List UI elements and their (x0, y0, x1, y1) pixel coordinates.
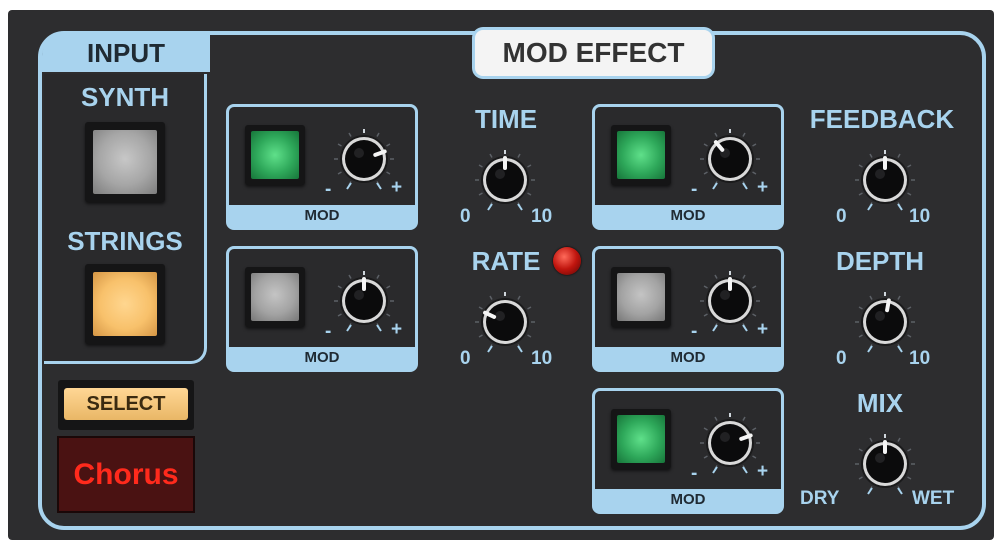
time-knob[interactable] (470, 142, 540, 222)
mod-unit-2: - + MOD (226, 246, 418, 372)
mix-knob[interactable] (850, 426, 920, 506)
select-button[interactable]: SELECT (64, 388, 188, 420)
mod-2-plus: + (391, 319, 403, 340)
mod-1-switch[interactable] (245, 125, 305, 185)
mod-4-led (617, 273, 665, 321)
mod-5-led (617, 415, 665, 463)
mix-label: MIX (856, 388, 904, 418)
synth-button-face (93, 130, 157, 194)
mod-2-led (251, 273, 299, 321)
mod-1-label: MOD (229, 205, 415, 227)
strings-button[interactable] (85, 264, 165, 344)
mod-4-knob[interactable] (695, 263, 765, 343)
mod-3-label: MOD (595, 205, 781, 227)
mod-unit-4: - + MOD (592, 246, 784, 372)
time-min: 0 (460, 206, 471, 227)
mod-3-led (617, 131, 665, 179)
feedback-max: 10 (909, 206, 931, 227)
strings-button-face (93, 272, 157, 336)
rate-knob[interactable] (470, 284, 540, 364)
mod-2-switch[interactable] (245, 267, 305, 327)
mod-5-knob[interactable] (695, 405, 765, 485)
rate-min: 0 (460, 348, 471, 369)
mod-unit-5: - + MOD (592, 388, 784, 514)
mod-3-plus: + (757, 177, 769, 198)
preset-display: Chorus (57, 436, 195, 513)
synth-button[interactable] (85, 122, 165, 202)
mod-5-label: MOD (595, 489, 781, 511)
time-max: 10 (531, 206, 553, 227)
rate-max: 10 (531, 348, 553, 369)
mod-5-plus: + (757, 461, 769, 482)
synth-label: SYNTH (80, 82, 170, 112)
mod-unit-3: - + MOD (592, 104, 784, 230)
mod-4-minus: - (691, 321, 698, 342)
rate-label: RATE (471, 246, 541, 276)
feedback-min: 0 (836, 206, 847, 227)
mod-3-knob[interactable] (695, 121, 765, 201)
mod-2-label: MOD (229, 347, 415, 369)
mod-2-knob[interactable] (329, 263, 399, 343)
mod-4-switch[interactable] (611, 267, 671, 327)
input-section-title: INPUT (42, 34, 210, 72)
time-label: TIME (474, 104, 538, 134)
mod-unit-1: - + MOD (226, 104, 418, 230)
feedback-label: FEEDBACK (809, 104, 955, 134)
mix-max: WET (912, 488, 955, 509)
mod-5-minus: - (691, 463, 698, 484)
mod-5-switch[interactable] (611, 409, 671, 469)
rate-indicator-led (553, 247, 581, 275)
depth-min: 0 (836, 348, 847, 369)
mod-4-label: MOD (595, 347, 781, 369)
mod-1-knob[interactable] (329, 121, 399, 201)
mod-4-plus: + (757, 319, 769, 340)
panel-title: MOD EFFECT (475, 30, 712, 76)
depth-label: DEPTH (835, 246, 925, 276)
mod-2-minus: - (325, 321, 332, 342)
mod-3-switch[interactable] (611, 125, 671, 185)
mod-1-led (251, 131, 299, 179)
depth-max: 10 (909, 348, 931, 369)
strings-label: STRINGS (67, 226, 183, 256)
mod-1-plus: + (391, 177, 403, 198)
mix-min: DRY (800, 488, 840, 509)
mod-1-minus: - (325, 179, 332, 200)
mod-3-minus: - (691, 179, 698, 200)
